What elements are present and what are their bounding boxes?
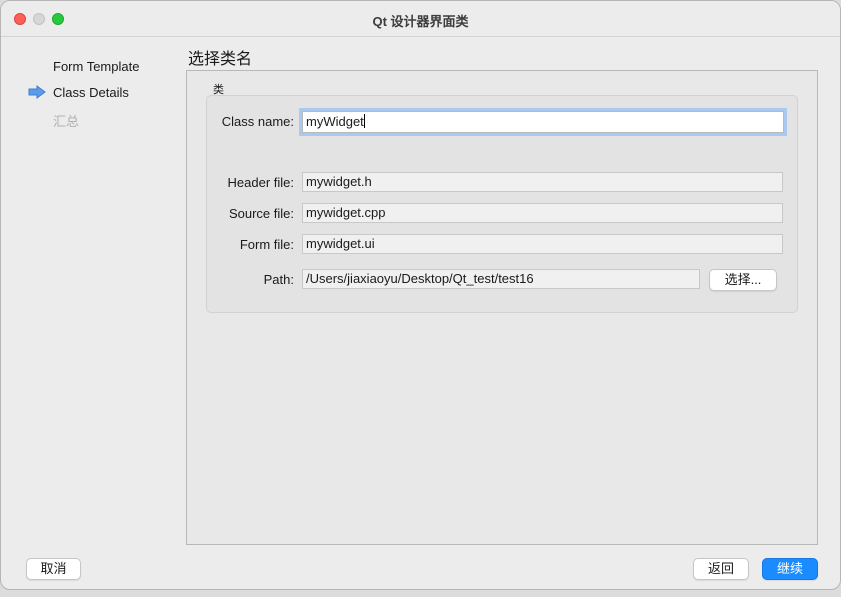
continue-button[interactable]: 继续 — [762, 558, 818, 580]
path-label: Path: — [263, 272, 294, 287]
page-title: 选择类名 — [188, 51, 253, 68]
source-file-input[interactable]: mywidget.cpp — [302, 203, 783, 223]
step-summary: 汇总 — [53, 114, 80, 129]
step-class-details: Class Details — [53, 85, 129, 100]
class-name-label: Class name: — [221, 114, 294, 129]
cancel-button[interactable]: 取消 — [26, 558, 81, 580]
source-file-label: Source file: — [228, 206, 294, 221]
wizard-window: Qt 设计器界面类 Form Template Class Details 汇总… — [0, 0, 841, 590]
text-caret — [363, 114, 365, 128]
form-file-input[interactable]: mywidget.ui — [302, 234, 783, 254]
title-bar: Qt 设计器界面类 — [1, 1, 840, 37]
path-input[interactable]: /Users/jiaxiaoyu/Desktop/Qt_test/test16 — [302, 269, 700, 289]
header-file-input[interactable]: mywidget.h — [302, 172, 783, 192]
header-file-label: Header file: — [227, 175, 294, 190]
form-file-label: Form file: — [239, 237, 294, 252]
step-form-template: Form Template — [53, 59, 140, 74]
current-step-arrow-icon — [28, 85, 46, 99]
class-name-value: myWidget — [306, 114, 364, 129]
class-name-input[interactable]: myWidget — [302, 111, 784, 133]
browse-button[interactable]: 选择... — [709, 269, 777, 291]
window-title: Qt 设计器界面类 — [372, 14, 469, 29]
back-button[interactable]: 返回 — [693, 558, 749, 580]
